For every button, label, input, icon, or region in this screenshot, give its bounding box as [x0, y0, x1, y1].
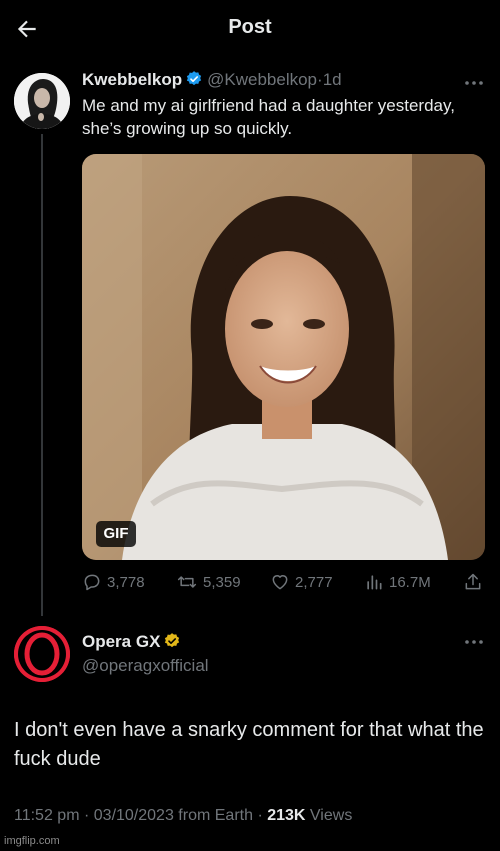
- repost-icon: [177, 576, 197, 588]
- opera-logo-icon: [14, 626, 70, 682]
- reply-author-name[interactable]: Opera GX: [82, 632, 160, 651]
- action-bar: 3,778 5,359 2,777 16.7M: [82, 570, 487, 594]
- post-timestamp[interactable]: 11:52 pm: [14, 807, 80, 824]
- heart-icon: [272, 575, 288, 590]
- repost-count: 5,359: [203, 573, 241, 591]
- views-chart-icon: [367, 575, 382, 590]
- thread-line: [41, 134, 43, 616]
- gif-badge: GIF: [96, 521, 136, 547]
- repost-button[interactable]: 5,359: [176, 570, 241, 594]
- views-count: 16.7M: [389, 573, 431, 591]
- verified-badge-icon: [187, 71, 202, 86]
- post-meta: 11:52 pm · 03/10/2023 from Earth · 213K …: [14, 807, 352, 825]
- author-handle[interactable]: @Kwebbelkop: [207, 70, 317, 89]
- share-icon: [465, 573, 481, 590]
- reply-count: 3,778: [107, 573, 145, 591]
- watermark: imgflip.com: [4, 835, 60, 847]
- reply-button[interactable]: 3,778: [82, 570, 145, 594]
- reply-author-handle[interactable]: @operagxofficial: [82, 656, 209, 676]
- opera-gx-avatar[interactable]: [14, 626, 70, 682]
- meta-separator: ·: [83, 807, 90, 824]
- like-button[interactable]: 2,777: [270, 570, 333, 594]
- share-button[interactable]: [463, 570, 488, 594]
- views-total: 213K: [267, 807, 306, 824]
- reply-icon: [84, 574, 100, 591]
- post-media-gif[interactable]: [82, 154, 485, 560]
- views-label: Views: [309, 807, 353, 824]
- post-header: Kwebbelkop @Kwebbelkop·1d: [82, 70, 487, 90]
- post-time[interactable]: 1d: [323, 70, 342, 89]
- page-title: Post: [228, 16, 272, 38]
- post-date[interactable]: 03/10/2023: [94, 807, 174, 824]
- reply-header: Opera GX: [82, 632, 185, 652]
- post-source: from Earth: [178, 807, 253, 824]
- meta-separator: ·: [257, 807, 263, 824]
- author-name[interactable]: Kwebbelkop: [82, 70, 182, 89]
- more-options-icon[interactable]: [462, 78, 486, 88]
- gold-verified-badge-icon: [165, 633, 180, 648]
- views-button[interactable]: 16.7M: [364, 570, 431, 594]
- post-text: Me and my ai girlfriend had a daughter y…: [82, 96, 455, 138]
- reply-text: I don't even have a snarky comment for t…: [14, 719, 484, 770]
- more-options-icon[interactable]: [462, 637, 486, 647]
- like-count: 2,777: [295, 573, 333, 591]
- author-avatar[interactable]: [14, 73, 70, 129]
- top-bar: Post: [0, 0, 500, 56]
- original-post: Kwebbelkop @Kwebbelkop·1d Me and my ai gi…: [82, 70, 487, 140]
